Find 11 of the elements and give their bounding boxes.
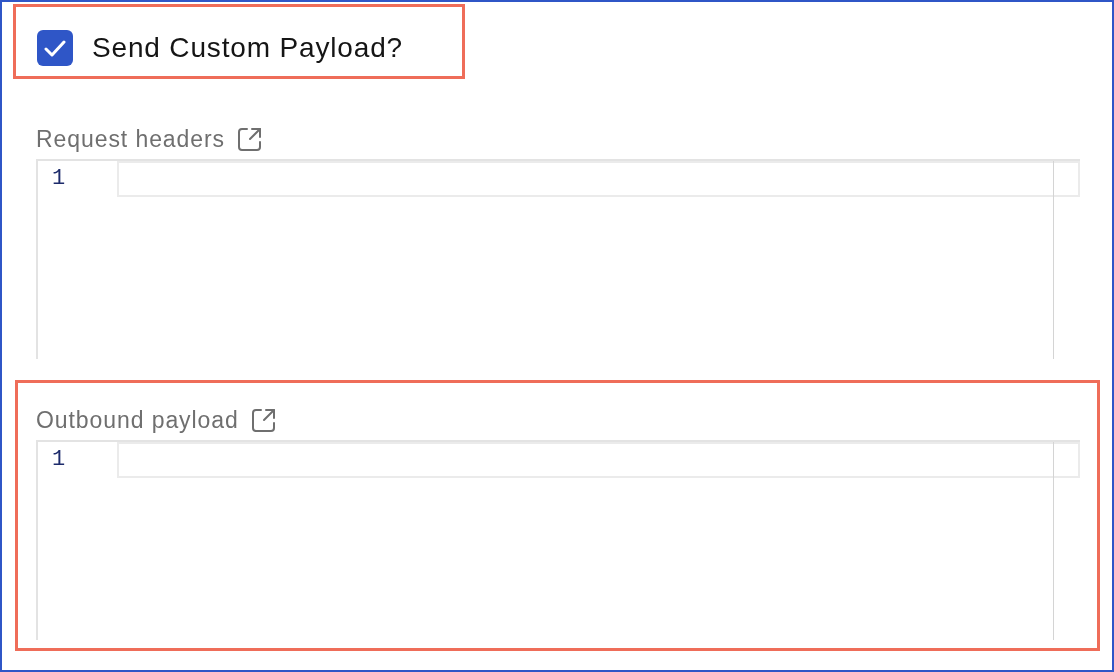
code-editor[interactable]: 1: [36, 159, 1080, 359]
field-label: Outbound payload: [36, 406, 239, 435]
external-link-icon[interactable]: [237, 126, 262, 152]
external-link-icon[interactable]: [250, 407, 276, 433]
checkbox[interactable]: [37, 30, 73, 66]
code-editor[interactable]: 1: [36, 440, 1080, 640]
checkmark-icon: [44, 39, 66, 57]
line-number: 1: [52, 165, 66, 193]
field-label: Request headers: [36, 125, 225, 154]
checkbox-label: Send Custom Payload?: [92, 31, 403, 65]
line-number: 1: [52, 446, 66, 474]
